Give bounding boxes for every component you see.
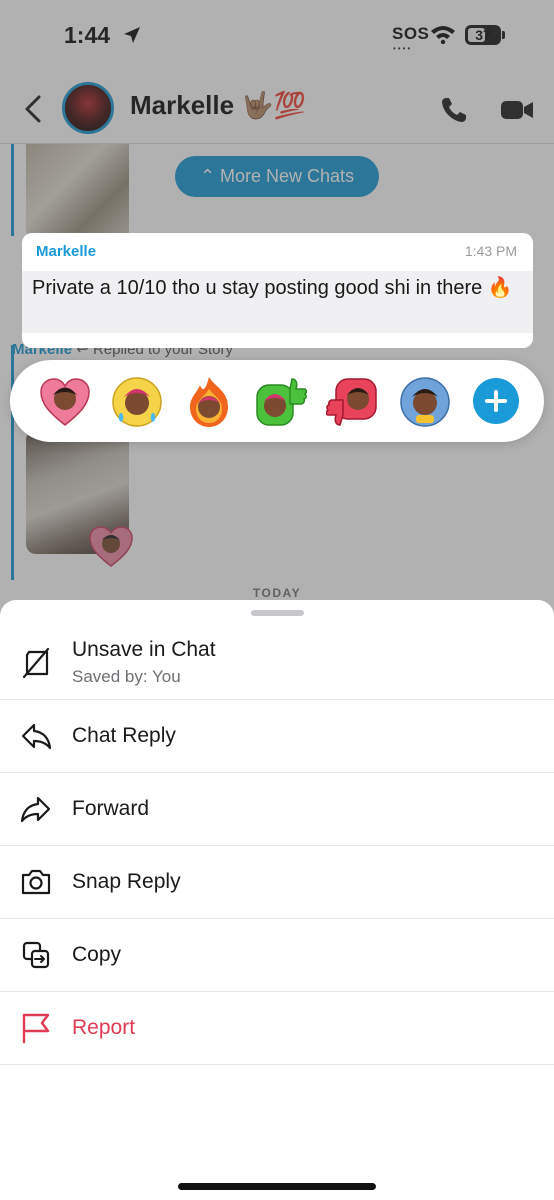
message-sender: Markelle bbox=[36, 243, 97, 260]
copy-icon bbox=[22, 941, 50, 969]
reply-arrow-icon bbox=[21, 723, 52, 750]
saved-by-label: Saved by: You bbox=[72, 667, 181, 686]
forward-arrow-icon bbox=[20, 796, 51, 823]
add-reaction-button[interactable] bbox=[473, 378, 519, 424]
message-text: Private a 10/10 tho u stay posting good … bbox=[22, 271, 533, 333]
laugh-cry-bitmoji-reaction-icon[interactable] bbox=[110, 375, 164, 429]
crying-bitmoji-reaction-icon[interactable] bbox=[398, 375, 452, 429]
chat-reply-action[interactable]: Chat Reply bbox=[0, 700, 554, 773]
report-label: Report bbox=[72, 1016, 136, 1039]
thumbs-up-bitmoji-reaction-icon[interactable] bbox=[254, 375, 308, 429]
snap-reply-label: Snap Reply bbox=[72, 870, 181, 893]
reaction-bar bbox=[10, 360, 544, 442]
forward-action[interactable]: Forward bbox=[0, 773, 554, 846]
fire-bitmoji-reaction-icon[interactable] bbox=[182, 375, 236, 429]
action-sheet: Unsave in Chat Saved by: You Chat Reply … bbox=[0, 600, 554, 1200]
chat-reply-label: Chat Reply bbox=[72, 724, 176, 747]
heart-bitmoji-reaction-icon[interactable] bbox=[38, 375, 92, 429]
unsave-label: Unsave in Chat bbox=[72, 638, 216, 661]
report-action[interactable]: Report bbox=[0, 992, 554, 1065]
flag-icon bbox=[22, 1013, 50, 1044]
snap-reply-action[interactable]: Snap Reply bbox=[0, 846, 554, 919]
camera-icon bbox=[21, 869, 51, 895]
copy-action[interactable]: Copy bbox=[0, 919, 554, 992]
unsave-icon bbox=[22, 647, 50, 679]
home-indicator[interactable] bbox=[178, 1183, 376, 1190]
message-time: 1:43 PM bbox=[464, 243, 517, 259]
sheet-grabber[interactable] bbox=[251, 610, 304, 616]
copy-label: Copy bbox=[72, 943, 122, 966]
forward-label: Forward bbox=[72, 797, 150, 820]
thumbs-down-bitmoji-reaction-icon[interactable] bbox=[326, 375, 380, 429]
focused-message: Markelle 1:43 PM Private a 10/10 tho u s… bbox=[22, 233, 533, 348]
unsave-in-chat-action[interactable]: Unsave in Chat Saved by: You bbox=[0, 622, 554, 700]
